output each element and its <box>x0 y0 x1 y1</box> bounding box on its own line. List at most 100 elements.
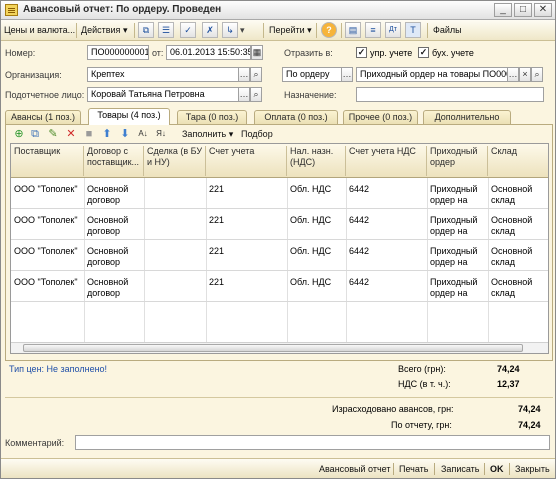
mgmt-accounting-label: упр. учете <box>370 48 413 58</box>
scrollbar-thumb[interactable] <box>23 344 523 352</box>
order-select-button[interactable]: … <box>507 67 519 82</box>
columns-icon[interactable]: Дт <box>385 22 401 38</box>
table-row[interactable]: ООО "Тополек" Основной договор 221 Обл. Н… <box>11 178 548 209</box>
cell-supplier: ООО "Тополек" <box>14 277 78 287</box>
organization-label: Организация: <box>5 70 62 80</box>
table-row[interactable]: ООО "Тополек" Основной договор 221 Обл. Н… <box>11 240 548 271</box>
pick-button[interactable]: Подбор <box>241 129 273 139</box>
print-button[interactable]: Печать <box>399 462 428 476</box>
close-window-button[interactable]: ✕ <box>534 3 552 17</box>
footer-separator <box>393 463 394 475</box>
sort-asc-icon[interactable]: А↓ <box>136 127 150 141</box>
actions-menu[interactable]: Действия ▾ <box>81 23 127 38</box>
maximize-button[interactable]: □ <box>514 3 532 17</box>
tab-payment[interactable]: Оплата (0 поз.) <box>254 110 338 125</box>
price-type-link[interactable]: Тип цен: Не заполнено! <box>9 364 107 374</box>
person-search-icon[interactable]: ⌕ <box>250 87 262 102</box>
filter-icon[interactable]: T <box>405 22 421 38</box>
unpost-icon[interactable]: ✗ <box>202 22 218 38</box>
col-account[interactable]: Счет учета <box>206 146 287 176</box>
structure-dropdown-icon[interactable]: ▾ <box>240 23 245 38</box>
tab-goods[interactable]: Товары (4 поз.) <box>88 108 170 125</box>
help-icon[interactable]: ? <box>321 22 337 38</box>
col-receipt-order[interactable]: Приходный ордер <box>427 146 488 176</box>
settings-icon[interactable]: ▤ <box>345 22 361 38</box>
col-tax-purpose[interactable]: Нал. назн. (НДС) <box>287 146 346 176</box>
advances-spent-label: Израсходовано авансов, грн: <box>332 404 454 414</box>
document-icon <box>5 4 18 16</box>
comment-field[interactable] <box>75 435 550 450</box>
advance-report-print-form-button[interactable]: Авансовый отчет <box>319 462 391 476</box>
edit-row-icon[interactable]: ✎ <box>46 127 60 141</box>
by-report-value: 74,24 <box>518 420 541 430</box>
toolbar-separator <box>263 23 264 38</box>
col-warehouse[interactable]: Склад <box>488 146 548 176</box>
cell-supplier: ООО "Тополек" <box>14 184 78 194</box>
col-contract[interactable]: Договор с поставщик... <box>84 146 144 176</box>
cell-account: 221 <box>209 277 225 287</box>
table-row[interactable]: ООО "Тополек" Основной договор 221 Обл. Н… <box>11 209 548 240</box>
date-from-label: от: <box>152 48 164 58</box>
cell-contract: Основной договор <box>87 184 129 205</box>
end-edit-icon[interactable]: ■ <box>82 127 96 141</box>
order-search-icon[interactable]: ⌕ <box>531 67 543 82</box>
cell-account: 221 <box>209 215 225 225</box>
purpose-field[interactable] <box>356 87 544 102</box>
tab-other[interactable]: Прочее (0 поз.) <box>343 110 418 125</box>
main-toolbar: Цены и валюта... Действия ▾ ⧉ ☰ ✓ ✗ ↳ ▾ … <box>1 20 555 41</box>
calendar-icon[interactable]: ▦ <box>251 45 263 60</box>
post-icon[interactable]: ✓ <box>180 22 196 38</box>
organization-field[interactable]: Крептех <box>87 67 239 82</box>
list-icon[interactable]: ☰ <box>158 22 174 38</box>
tab-containers[interactable]: Тара (0 поз.) <box>177 110 247 125</box>
tab-advances[interactable]: Авансы (1 поз.) <box>5 110 81 125</box>
ok-button[interactable]: OK <box>490 462 504 476</box>
horizontal-scrollbar[interactable] <box>11 342 548 353</box>
minimize-button[interactable]: _ <box>494 3 512 17</box>
person-select-button[interactable]: … <box>238 87 250 102</box>
dt-kt-icon[interactable]: ≡ <box>365 22 381 38</box>
files-button[interactable]: Файлы <box>433 23 462 38</box>
close-button[interactable]: Закрыть <box>515 462 550 476</box>
cell-contract: Основной договор <box>87 277 129 298</box>
col-vat-account[interactable]: Счет учета НДС <box>346 146 427 176</box>
cell-receipt-order: Приходный ордер на <box>430 184 478 205</box>
cell-vat-account: 6442 <box>349 184 370 194</box>
fill-menu[interactable]: Заполнить ▾ <box>182 129 233 140</box>
date-field[interactable]: 06.01.2013 15:50:35 <box>166 45 251 60</box>
move-down-icon[interactable]: ⬇ <box>118 127 132 141</box>
cell-supplier: ООО "Тополек" <box>14 246 78 256</box>
basis-field[interactable]: По ордеру <box>282 67 342 82</box>
prices-currency-menu[interactable]: Цены и валюта... <box>4 23 75 38</box>
save-button[interactable]: Записать <box>441 462 479 476</box>
number-field[interactable]: ПО000000001 <box>87 45 149 60</box>
organization-search-icon[interactable]: ⌕ <box>250 67 262 82</box>
col-deal[interactable]: Сделка (в БУ и НУ) <box>144 146 206 176</box>
tab-additional[interactable]: Дополнительно <box>423 110 511 125</box>
mgmt-accounting-checkbox[interactable]: ✓ <box>356 47 367 58</box>
copy-row-icon[interactable]: ⧉ <box>28 127 42 141</box>
organization-select-button[interactable]: … <box>238 67 250 82</box>
total-value: 74,24 <box>497 364 520 374</box>
order-field[interactable]: Приходный ордер на товары ПО000( <box>356 67 508 82</box>
delete-row-icon[interactable]: ✕ <box>64 127 78 141</box>
vat-value: 12,37 <box>497 379 520 389</box>
order-clear-icon[interactable]: × <box>519 67 531 82</box>
move-up-icon[interactable]: ⬆ <box>100 127 114 141</box>
comment-label: Комментарий: <box>5 438 65 448</box>
add-row-icon[interactable]: ⊕ <box>12 127 26 141</box>
accountable-person-field[interactable]: Коровай Татьяна Петровна <box>87 87 239 102</box>
structure-icon[interactable]: ↳ <box>222 22 238 38</box>
divider <box>5 397 553 398</box>
cell-account: 221 <box>209 184 225 194</box>
basis-select-button[interactable]: … <box>341 67 353 82</box>
col-supplier[interactable]: Поставщик <box>11 146 84 176</box>
acct-accounting-checkbox[interactable]: ✓ <box>418 47 429 58</box>
window-title: Авансовый отчет: По ордеру. Проведен <box>23 4 222 15</box>
table-toolbar: ⊕ ⧉ ✎ ✕ ■ ⬆ ⬇ А↓ Я↓ Заполнить ▾ Подбор <box>6 125 552 143</box>
window-controls: _ □ ✕ <box>492 3 552 17</box>
new-copy-icon[interactable]: ⧉ <box>138 22 154 38</box>
goto-menu[interactable]: Перейти ▾ <box>269 23 312 38</box>
sort-desc-icon[interactable]: Я↓ <box>154 127 168 141</box>
table-row[interactable]: ООО "Тополек" Основной договор 221 Обл. Н… <box>11 271 548 302</box>
